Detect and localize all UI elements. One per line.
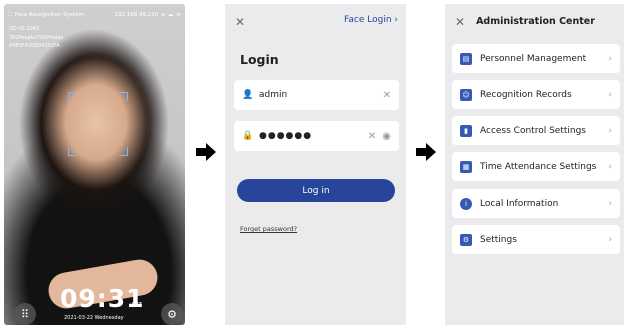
wifi-icon: ≋ <box>176 12 181 18</box>
status-bar: ⛶ Face Recognition System 192.168.49.210… <box>8 10 181 20</box>
personnel-icon: ▤ <box>460 52 472 65</box>
usb-icon: ψ <box>161 12 165 18</box>
ip-address: 192.168.49.210 <box>114 12 159 18</box>
device-screen: ⛶ Face Recognition System 192.168.49.210… <box>4 4 185 325</box>
username-field[interactable]: 👤 admin ✕ <box>234 80 399 110</box>
chevron-right-icon: › <box>608 161 612 172</box>
calendar-icon: ▦ <box>460 160 472 173</box>
clock-date: 2021-03-22 Wednesday <box>64 315 124 321</box>
password-value: ●●●●●● <box>259 131 313 141</box>
settings-icon: ⚙ <box>167 307 177 321</box>
cloud-icon: ☁ <box>167 12 174 18</box>
menu-item-settings[interactable]: ⚙ Settings › <box>452 225 620 254</box>
chevron-right-icon: › <box>608 198 612 209</box>
arrow-right-icon <box>416 143 436 161</box>
face-scan-icon: ☺ <box>460 88 472 101</box>
user-icon: 👤 <box>242 90 254 100</box>
face-detection-frame <box>68 92 128 156</box>
face-login-link[interactable]: Face Login › <box>344 15 398 25</box>
lock-icon: 🔒 <box>242 131 254 141</box>
capacity-text: 350People/750Photos <box>9 34 64 41</box>
info-icon: i <box>460 197 472 210</box>
gear-icon: ⚙ <box>460 233 472 246</box>
menu-item-label: Recognition Records <box>480 89 572 100</box>
menu-item-access-control[interactable]: ▮ Access Control Settings › <box>452 116 620 145</box>
clear-icon[interactable]: ✕ <box>383 90 391 101</box>
settings-button[interactable]: ⚙ <box>161 303 183 325</box>
page-title: Administration Center <box>476 16 595 27</box>
grid-menu-button[interactable]: ⠿ <box>14 303 36 325</box>
login-button[interactable]: Log in <box>237 179 395 202</box>
grid-menu-icon: ⠿ <box>20 307 30 321</box>
door-icon: ▮ <box>460 124 472 137</box>
chevron-right-icon: › <box>608 89 612 100</box>
menu-item-personnel[interactable]: ▤ Personnel Management › <box>452 44 620 73</box>
username-value: admin <box>259 90 288 100</box>
menu-item-recognition-records[interactable]: ☺ Recognition Records › <box>452 80 620 109</box>
clear-icon[interactable]: ✕ <box>368 131 376 142</box>
arrow-right-icon <box>196 143 216 161</box>
menu-item-label: Settings <box>480 234 517 245</box>
clock-time: 09:31 <box>60 284 145 313</box>
forgot-password-link[interactable]: Forget password? <box>240 225 297 233</box>
menu-item-label: Access Control Settings <box>480 125 586 136</box>
menu-item-time-attendance[interactable]: ▦ Time Attendance Settings › <box>452 152 620 181</box>
menu-item-label: Local Information <box>480 198 559 209</box>
menu-item-local-information[interactable]: i Local Information › <box>452 189 620 218</box>
admin-screen: ✕ Administration Center ▤ Personnel Mana… <box>445 4 624 325</box>
version-text: GD-V5.1042 <box>9 26 40 32</box>
page-title: Login <box>240 52 279 67</box>
close-button[interactable]: ✕ <box>235 15 245 29</box>
password-field[interactable]: 🔒 ●●●●●● ✕ ◉ <box>234 121 399 151</box>
chevron-right-icon: › <box>608 125 612 136</box>
face-scan-icon: ⛶ <box>8 11 12 18</box>
chevron-right-icon: › <box>608 53 612 64</box>
login-screen: ✕ Face Login › Login 👤 admin ✕ 🔒 ●●●●●● … <box>225 4 406 325</box>
app-name: Face Recognition System <box>14 12 84 18</box>
eye-icon[interactable]: ◉ <box>382 131 391 142</box>
menu-item-label: Time Attendance Settings <box>480 161 597 172</box>
chevron-right-icon: › <box>608 234 612 245</box>
menu-item-label: Personnel Management <box>480 53 587 64</box>
serial-text: 84E0F4200D4202FA <box>9 43 60 49</box>
dst-label: DST <box>132 302 143 308</box>
device-info: GD-V5.1042 350People/750Photos 84E0F4200… <box>9 25 63 51</box>
